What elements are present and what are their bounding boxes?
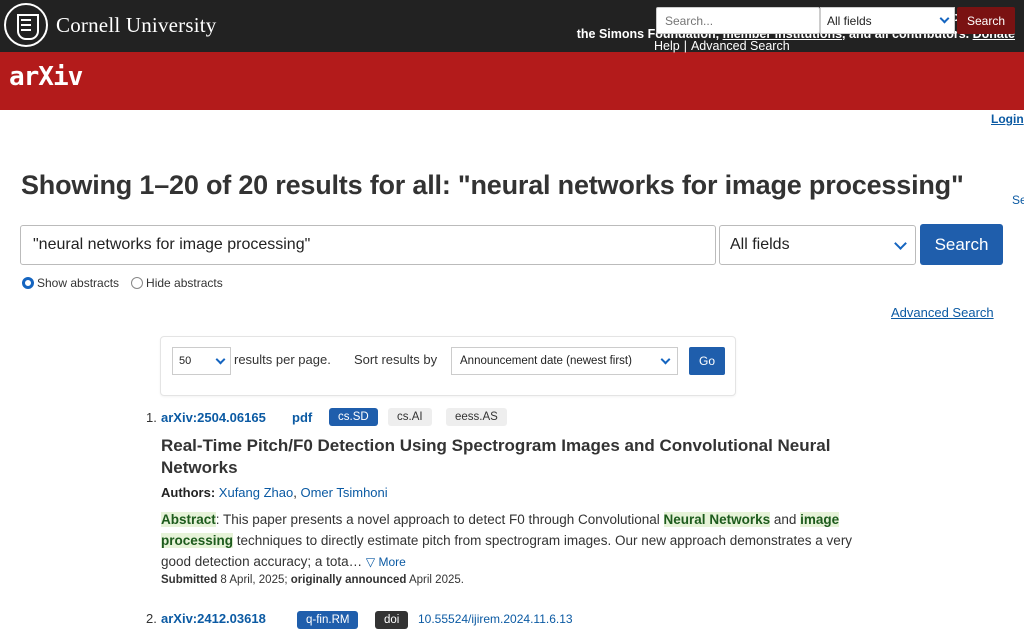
help-link[interactable]: Help <box>654 39 680 53</box>
main-search-input[interactable]: "neural networks for image processing" <box>20 225 716 265</box>
chevron-down-icon <box>215 354 226 364</box>
more-abstract-link[interactable]: ▽ More <box>366 555 406 569</box>
go-button[interactable]: Go <box>689 347 725 375</box>
per-page-label: results per page. <box>234 352 331 367</box>
header-field-select[interactable]: All fields <box>820 7 955 34</box>
result-arxiv-id-link[interactable]: arXiv:2412.03618 <box>161 611 266 626</box>
header-search-input[interactable] <box>656 7 820 34</box>
main-field-select[interactable]: All fields <box>719 225 916 265</box>
header-advanced-search-link[interactable]: Advanced Search <box>691 39 790 53</box>
result-title: Real-Time Pitch/F0 Detection Using Spect… <box>161 436 831 477</box>
category-tag: cs.SD <box>329 408 378 426</box>
result-submitted: Submitted 8 April, 2025; originally anno… <box>161 574 464 586</box>
chevron-down-icon <box>660 354 671 364</box>
cornell-seal-icon <box>4 3 48 47</box>
abstract-toggle: Show abstracts Hide abstracts <box>22 276 223 290</box>
result-number: 2. <box>146 611 157 626</box>
chevron-down-icon <box>894 236 907 250</box>
doi-tag: doi <box>375 611 409 629</box>
header-links: Help | Advanced Search <box>654 39 790 53</box>
category-tag: cs.AI <box>388 408 432 426</box>
results-per-page-select[interactable]: 50 <box>172 347 231 375</box>
cornell-name: Cornell University <box>56 12 217 37</box>
result-pdf-link[interactable]: pdf <box>292 410 312 425</box>
page-title: Showing 1–20 of 20 results for all: "neu… <box>21 170 964 200</box>
sort-select[interactable]: Announcement date (newest first) <box>451 347 678 375</box>
result-arxiv-id-link[interactable]: arXiv:2504.06165 <box>161 410 266 425</box>
cornell-logo-link[interactable]: Cornell University <box>4 3 217 47</box>
login-link[interactable]: Login <box>991 112 1024 126</box>
arxiv-logo[interactable]: arXiv <box>9 62 83 92</box>
main-search-button[interactable]: Search <box>920 224 1003 265</box>
hide-abstracts-radio[interactable] <box>131 277 144 289</box>
author-link[interactable]: Omer Tsimhoni <box>300 485 387 500</box>
sort-label: Sort results by <box>354 352 438 367</box>
result-authors: Authors: Xufang Zhao, Omer Tsimhoni <box>161 485 388 500</box>
category-tag: q-fin.RM <box>297 611 359 629</box>
result-abstract: Abstract: This paper presents a novel ap… <box>161 512 853 569</box>
author-link[interactable]: Xufang Zhao <box>219 485 293 500</box>
truncated-link[interactable]: Se <box>1012 193 1024 207</box>
chevron-down-icon <box>939 13 950 24</box>
arxiv-header: arXiv <box>0 52 1024 110</box>
show-abstracts-radio[interactable] <box>22 277 34 289</box>
category-tag: eess.AS <box>446 408 507 426</box>
header-search-button[interactable]: Search <box>957 7 1015 34</box>
advanced-search-link[interactable]: Advanced Search <box>891 305 994 320</box>
doi-link[interactable]: 10.55524/ijirem.2024.11.6.13 <box>418 612 573 626</box>
result-number: 1. <box>146 410 157 425</box>
